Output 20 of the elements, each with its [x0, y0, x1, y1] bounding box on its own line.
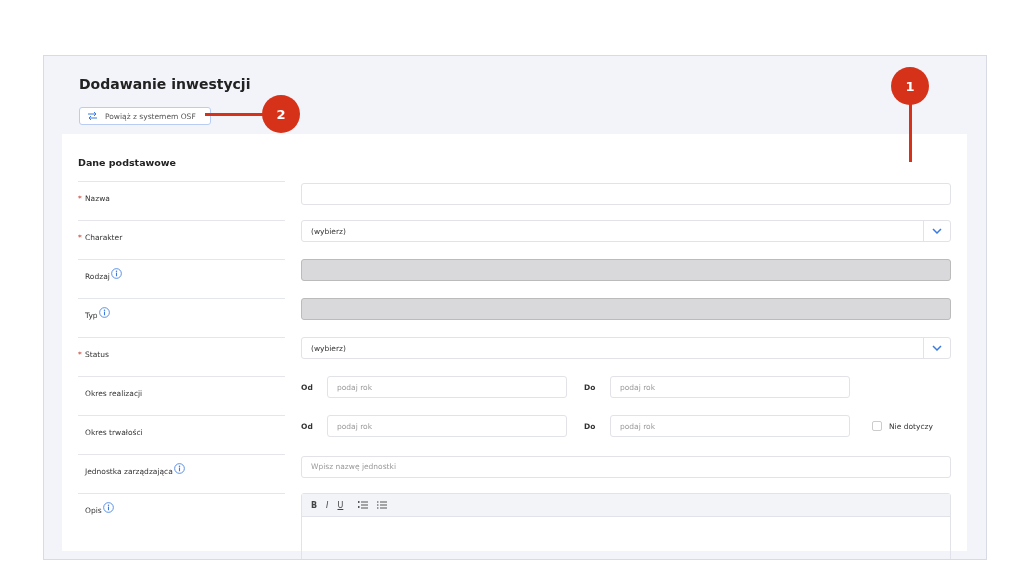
bullet-list-icon[interactable]: [377, 501, 388, 509]
format-button[interactable]: I: [326, 500, 329, 510]
callout-badge: 2: [262, 95, 300, 133]
format-button[interactable]: B: [311, 500, 318, 510]
section-title: Dane podstawowe: [78, 157, 177, 168]
page-title: Dodawanie inwestycji: [79, 76, 251, 94]
info-icon[interactable]: [110, 268, 122, 279]
callout-badge: 1: [891, 67, 929, 105]
checkbox[interactable]: [872, 421, 882, 431]
numbered-list-icon[interactable]: [358, 501, 369, 509]
leader-line: [205, 113, 265, 116]
info-icon[interactable]: [98, 307, 110, 318]
text-field[interactable]: [301, 182, 951, 205]
swap-arrows-icon: [88, 112, 97, 120]
format-button[interactable]: U: [337, 500, 344, 510]
rich-text-editor[interactable]: B I U: [301, 493, 951, 559]
chevron-down-icon: [932, 345, 942, 351]
chevron-down-icon: [932, 228, 942, 234]
info-icon[interactable]: [173, 463, 185, 474]
info-icon[interactable]: [102, 502, 114, 513]
